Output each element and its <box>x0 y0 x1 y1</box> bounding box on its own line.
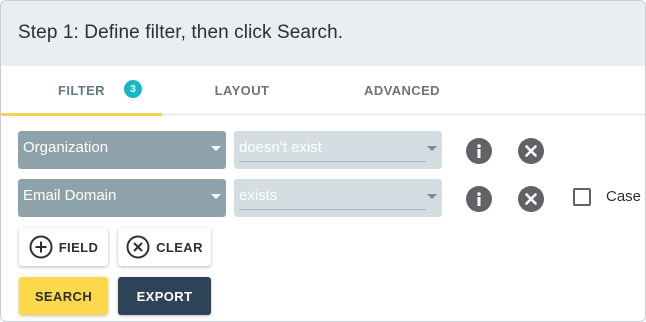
step-header: Step 1: Define filter, then click Search… <box>1 1 645 66</box>
search-button[interactable]: SEARCH <box>19 277 108 315</box>
filter-field-select[interactable]: Email Domain <box>18 179 226 217</box>
dropdown-arrow-icon <box>427 146 437 151</box>
filter-panel: Step 1: Define filter, then click Search… <box>0 0 646 322</box>
clear-label: CLEAR <box>156 239 203 255</box>
filter-field-value: Email Domain <box>23 187 117 204</box>
info-icon[interactable] <box>466 138 492 164</box>
tab-filter-label: FILTER <box>58 83 105 98</box>
filter-operator-select[interactable]: exists <box>234 179 442 217</box>
dropdown-arrow-icon <box>211 194 221 199</box>
search-label: SEARCH <box>34 288 93 304</box>
add-field-label: FIELD <box>58 239 99 255</box>
add-field-button[interactable]: FIELD <box>19 228 108 266</box>
page-title: Step 1: Define filter, then click Search… <box>18 22 344 43</box>
tab-advanced[interactable]: ADVANCED <box>322 66 482 115</box>
clear-circle-icon <box>126 235 150 259</box>
case-sensitive-checkbox[interactable] <box>573 188 591 206</box>
active-tab-indicator <box>1 113 162 116</box>
tab-filter[interactable]: FILTER 3 <box>1 66 162 116</box>
filter-operator-value: exists <box>239 187 278 204</box>
filter-field-value: Organization <box>23 139 109 156</box>
add-circle-icon <box>29 235 53 259</box>
filter-operator-select[interactable]: doesn't exist <box>234 131 442 169</box>
tab-layout[interactable]: LAYOUT <box>162 66 322 115</box>
tab-bar: FILTER 3 LAYOUT ADVANCED <box>1 66 645 116</box>
select-underline <box>239 161 426 162</box>
close-icon[interactable] <box>518 186 544 212</box>
case-sensitive-label: Case <box>606 188 642 205</box>
dropdown-arrow-icon <box>211 146 221 151</box>
tab-layout-label: LAYOUT <box>214 83 270 98</box>
export-label: EXPORT <box>136 288 193 304</box>
tab-advanced-label: ADVANCED <box>364 83 440 98</box>
filter-operator-value: doesn't exist <box>239 139 322 156</box>
clear-button[interactable]: CLEAR <box>118 228 211 266</box>
dropdown-arrow-icon <box>427 194 437 199</box>
close-icon[interactable] <box>518 138 544 164</box>
export-button[interactable]: EXPORT <box>118 277 211 315</box>
select-underline <box>239 209 426 210</box>
filter-count-badge: 3 <box>124 80 142 98</box>
filter-field-select[interactable]: Organization <box>18 131 226 169</box>
info-icon[interactable] <box>466 186 492 212</box>
